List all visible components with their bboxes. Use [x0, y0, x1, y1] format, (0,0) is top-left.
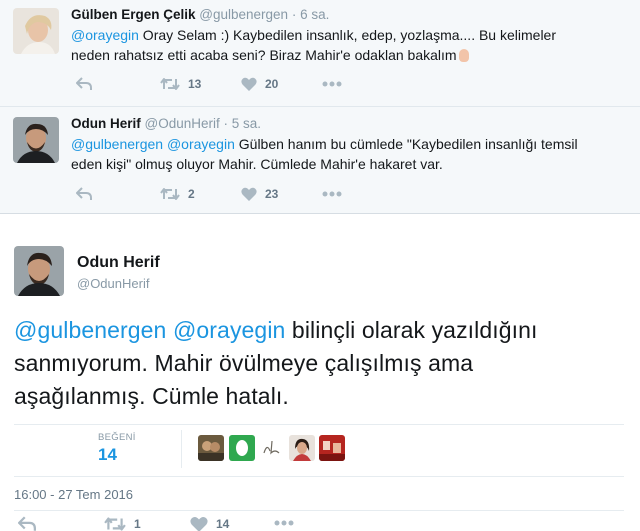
tweet-text: @gulbenergen @orayegin Gülben hanım bu c…: [71, 134, 611, 174]
more-icon: [274, 520, 294, 526]
likes-count[interactable]: 14: [98, 445, 117, 465]
mention-link[interactable]: @gulbenergen: [14, 317, 166, 343]
liker-avatar[interactable]: [319, 435, 345, 461]
mention-link[interactable]: @orayegin: [173, 317, 285, 343]
display-name[interactable]: Odun Herif: [77, 254, 160, 272]
like-button[interactable]: 14: [190, 516, 229, 531]
retweet-icon: [160, 188, 180, 200]
tweet-time[interactable]: · 6 sa.: [292, 7, 330, 22]
username[interactable]: @OdunHerif: [145, 116, 220, 131]
tweet-text-line: aşağılanmış. Cümle hatalı.: [14, 383, 289, 409]
username[interactable]: @gulbenergen: [199, 7, 288, 22]
retweet-button[interactable]: 1: [104, 516, 141, 531]
like-button[interactable]: 20: [241, 77, 278, 91]
more-button[interactable]: [322, 191, 342, 197]
heart-icon: [241, 77, 257, 91]
reply-button[interactable]: [18, 516, 36, 531]
reply-icon: [76, 187, 92, 200]
divider: [14, 424, 624, 425]
heart-icon: [190, 516, 208, 531]
retweet-count: 2: [188, 187, 195, 201]
tweet-text: @gulbenergen @orayegin bilinçli olarak y…: [14, 314, 624, 413]
retweet-count: 1: [134, 517, 141, 531]
tweet-text: @orayegin Oray Selam :) Kaybedilen insan…: [71, 25, 611, 65]
hand-emoji-icon: [458, 49, 469, 62]
more-button[interactable]: [274, 520, 294, 526]
likes-label: BEĞENİ: [98, 432, 136, 443]
like-count: 14: [216, 517, 230, 531]
heart-icon: [241, 187, 257, 201]
more-button[interactable]: [322, 81, 342, 87]
reply-icon: [76, 77, 92, 90]
avatar[interactable]: [13, 8, 59, 54]
liker-avatar[interactable]: [229, 435, 255, 461]
tweet-text-line: Oray Selam :) Kaybedilen insanlık, edep,…: [138, 27, 556, 43]
avatar[interactable]: [14, 246, 64, 296]
like-count: 20: [265, 77, 279, 91]
mention-link[interactable]: @orayegin: [71, 27, 139, 43]
like-button[interactable]: 23: [241, 187, 278, 201]
reply-button[interactable]: [76, 187, 92, 201]
display-name[interactable]: Gülben Ergen Çelik: [71, 7, 196, 22]
tweet-header: Odun Herif @OdunHerif · 5 sa.: [71, 116, 261, 131]
tweet-text-line: eden kişi" olmuş oluyor Mahir. Cümlede M…: [71, 156, 443, 172]
more-icon: [322, 81, 342, 87]
liker-avatar[interactable]: [198, 435, 224, 461]
mention-link[interactable]: @gulbenergen: [71, 136, 163, 152]
username[interactable]: @OdunHerif: [77, 276, 149, 291]
display-name[interactable]: Odun Herif: [71, 116, 141, 131]
divider: [181, 430, 182, 468]
divider: [14, 476, 624, 477]
tweet-header: Gülben Ergen Çelik @gulbenergen · 6 sa.: [71, 7, 329, 22]
retweet-icon: [104, 517, 126, 531]
tweet-text-line: sanmıyorum. Mahir övülmeye çalışılmış am…: [14, 350, 474, 376]
like-count: 23: [265, 187, 279, 201]
tweet-text-line: neden rahatsız etti acaba seni? Biraz Ma…: [71, 47, 457, 63]
reply-button[interactable]: [76, 77, 92, 91]
tweet-time[interactable]: · 5 sa.: [224, 116, 262, 131]
retweet-count: 13: [188, 77, 202, 91]
reply-icon: [18, 516, 36, 531]
liker-avatar[interactable]: [259, 435, 285, 461]
tweet-timestamp[interactable]: 16:00 - 27 Tem 2016: [14, 487, 133, 502]
retweet-button[interactable]: 2: [160, 187, 195, 201]
liker-avatar[interactable]: [289, 435, 315, 461]
avatar[interactable]: [13, 117, 59, 163]
mention-link[interactable]: @orayegin: [167, 136, 235, 152]
more-icon: [322, 191, 342, 197]
retweet-button[interactable]: 13: [160, 77, 201, 91]
retweet-icon: [160, 78, 180, 90]
tweet-text-line: bilinçli olarak yazıldığını: [285, 317, 538, 343]
tweet-text-line: Gülben hanım bu cümlede "Kaybedilen insa…: [234, 136, 578, 152]
divider: [14, 510, 624, 511]
